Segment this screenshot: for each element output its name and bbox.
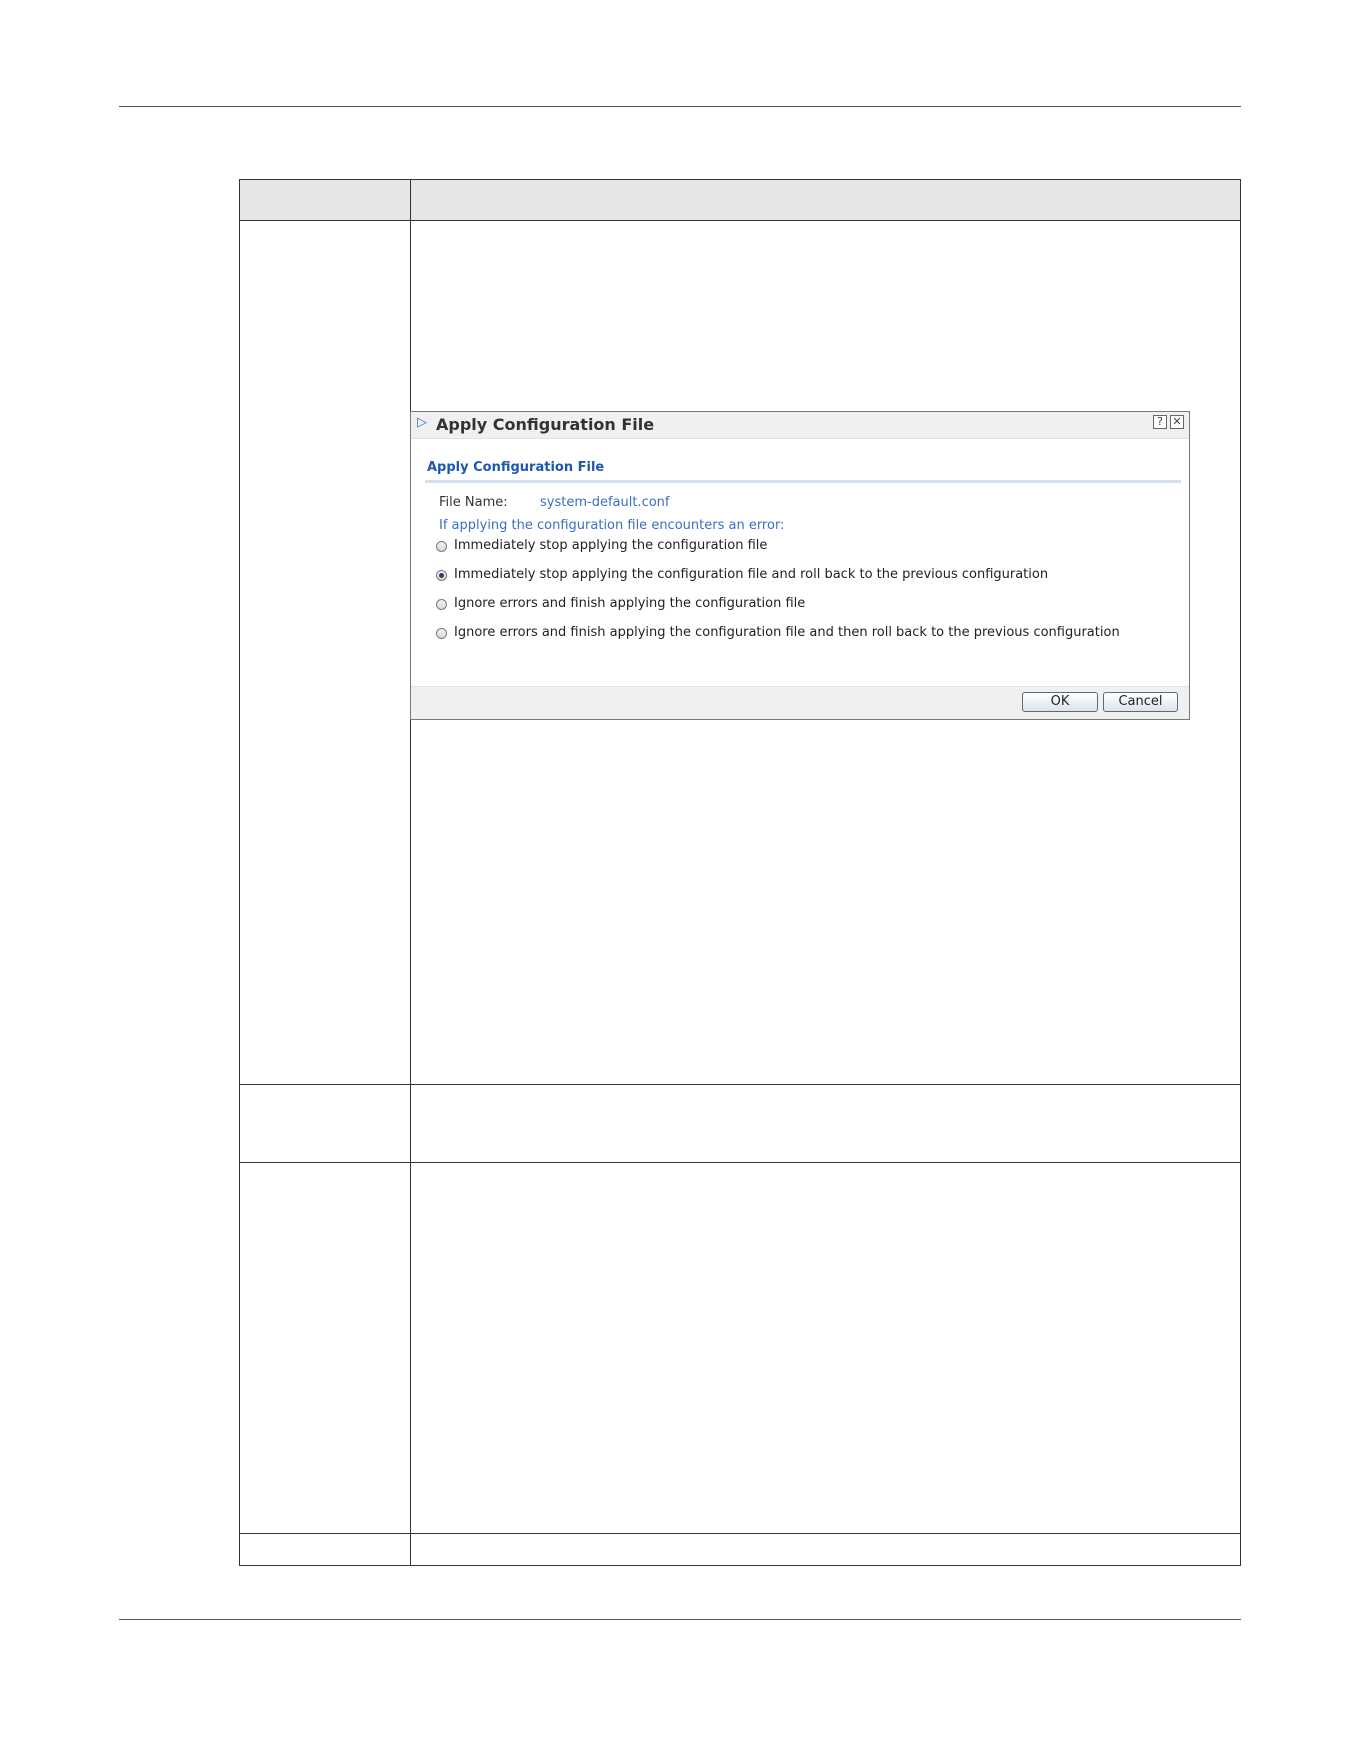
page-bottom-rule: [119, 1619, 1241, 1620]
file-name-value: system-default.conf: [540, 495, 670, 510]
radio-button[interactable]: [436, 599, 447, 610]
description-table: [239, 179, 1241, 1566]
table-header-divider: [240, 220, 1240, 221]
table-header-row: [240, 180, 1240, 220]
dialog-title: Apply Configuration File: [436, 415, 655, 434]
error-handling-prompt: If applying the configuration file encou…: [439, 518, 785, 533]
option-label: Immediately stop applying the configurat…: [454, 538, 768, 553]
table-row-divider: [240, 1084, 1240, 1085]
apply-configuration-dialog: ▷ Apply Configuration File ? ✕ Apply Con…: [410, 411, 1190, 720]
option-label: Ignore errors and finish applying the co…: [454, 625, 1120, 640]
radio-button[interactable]: [436, 541, 447, 552]
option-label: Ignore errors and finish applying the co…: [454, 596, 806, 611]
radio-button[interactable]: [436, 628, 447, 639]
close-icon[interactable]: ✕: [1170, 415, 1184, 429]
radio-button-selected[interactable]: [436, 570, 447, 581]
cancel-button[interactable]: Cancel: [1103, 692, 1178, 712]
table-row-divider: [240, 1533, 1240, 1534]
triangle-arrow-icon: ▷: [417, 415, 427, 430]
dialog-titlebar: ▷ Apply Configuration File ? ✕: [411, 412, 1189, 439]
file-name-label: File Name:: [439, 495, 508, 510]
dialog-footer: OK Cancel: [411, 686, 1189, 719]
table-column-divider: [410, 180, 411, 1565]
section-divider: [425, 480, 1181, 483]
ok-button[interactable]: OK: [1022, 692, 1098, 712]
table-row-divider: [240, 1162, 1240, 1163]
page-top-rule: [119, 106, 1241, 107]
option-label: Immediately stop applying the configurat…: [454, 567, 1049, 582]
help-icon[interactable]: ?: [1153, 415, 1167, 429]
section-title: Apply Configuration File: [427, 460, 605, 475]
